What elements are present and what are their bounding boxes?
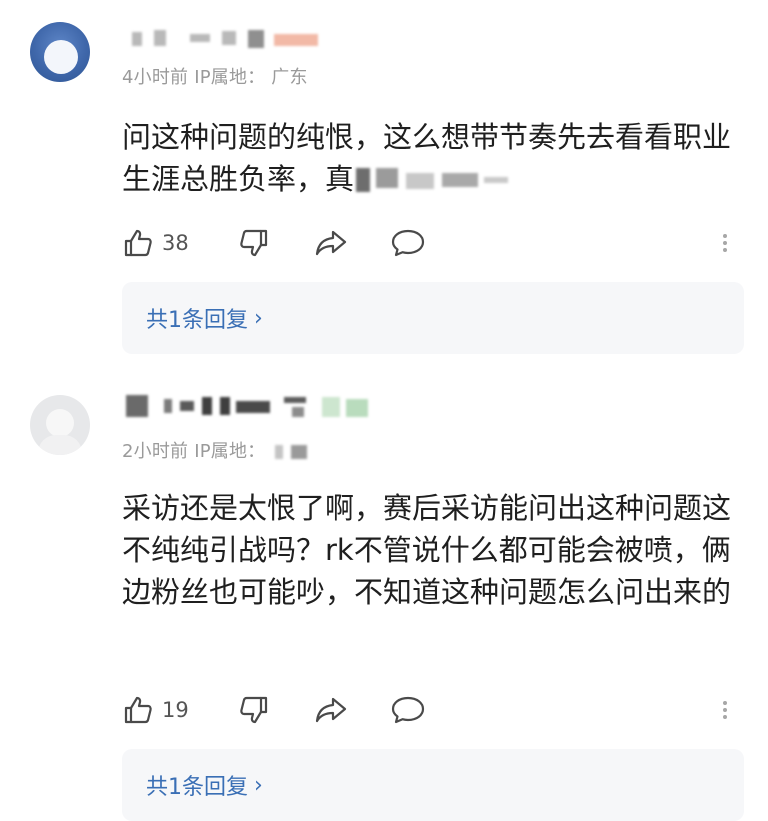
dislike-button[interactable] bbox=[238, 690, 270, 730]
avatar-body bbox=[38, 435, 82, 455]
like-button[interactable]: 38 bbox=[122, 223, 189, 263]
thumbs-up-icon bbox=[124, 696, 152, 724]
more-vertical-icon bbox=[723, 231, 727, 255]
like-button[interactable]: 19 bbox=[122, 690, 189, 730]
thumbs-down-icon bbox=[240, 229, 268, 257]
like-count: 19 bbox=[162, 698, 189, 722]
chevron-right-icon: › bbox=[254, 772, 263, 798]
comment-text: 采访还是太恨了啊，赛后采访能问出这种问题这不纯纯引战吗？rk不管说什么都可能会被… bbox=[122, 491, 732, 609]
thumbs-down-icon bbox=[240, 696, 268, 724]
reply-count-text: 共1条回复 bbox=[146, 308, 248, 333]
more-options-button[interactable] bbox=[718, 690, 732, 730]
ip-label: IP属地： bbox=[194, 441, 266, 462]
reply-count-text: 共1条回复 bbox=[146, 775, 248, 800]
avatar-face bbox=[46, 409, 74, 437]
redacted-text bbox=[354, 165, 514, 193]
comment-time: 2小时前 bbox=[122, 441, 189, 462]
username-redacted[interactable] bbox=[124, 26, 334, 52]
replies-panel: 共1条回复 › bbox=[122, 749, 744, 821]
share-button[interactable] bbox=[314, 223, 348, 263]
reply-button[interactable] bbox=[390, 223, 426, 263]
comment-meta: 2小时前 IP属地： bbox=[122, 437, 313, 463]
comment-actions: 19 bbox=[122, 690, 744, 730]
ip-location: 广东 bbox=[271, 67, 308, 88]
avatar-face bbox=[44, 40, 78, 74]
dislike-button[interactable] bbox=[238, 223, 270, 263]
view-replies-link[interactable]: 共1条回复 › bbox=[146, 302, 263, 334]
ip-location-redacted bbox=[271, 443, 313, 461]
avatar[interactable] bbox=[30, 395, 90, 455]
avatar[interactable] bbox=[30, 22, 90, 82]
username-redacted[interactable] bbox=[124, 393, 394, 419]
more-vertical-icon bbox=[723, 698, 727, 722]
view-replies-link[interactable]: 共1条回复 › bbox=[146, 769, 263, 801]
comment-bubble-icon bbox=[391, 696, 425, 724]
comment-actions: 38 bbox=[122, 223, 744, 263]
share-button[interactable] bbox=[314, 690, 348, 730]
more-options-button[interactable] bbox=[718, 223, 732, 263]
chevron-right-icon: › bbox=[254, 305, 263, 331]
share-arrow-icon bbox=[315, 697, 347, 723]
comment-bubble-icon bbox=[391, 229, 425, 257]
comment-meta: 4小时前 IP属地： 广东 bbox=[122, 63, 308, 89]
like-count: 38 bbox=[162, 231, 189, 255]
reply-button[interactable] bbox=[390, 690, 426, 730]
replies-panel: 共1条回复 › bbox=[122, 282, 744, 354]
comment-time: 4小时前 bbox=[122, 67, 189, 88]
thumbs-up-icon bbox=[124, 229, 152, 257]
comment-text: 问这种问题的纯恨，这么想带节奏先去看看职业生涯总胜负率，真 bbox=[122, 116, 744, 200]
ip-label: IP属地： bbox=[194, 67, 266, 88]
share-arrow-icon bbox=[315, 230, 347, 256]
